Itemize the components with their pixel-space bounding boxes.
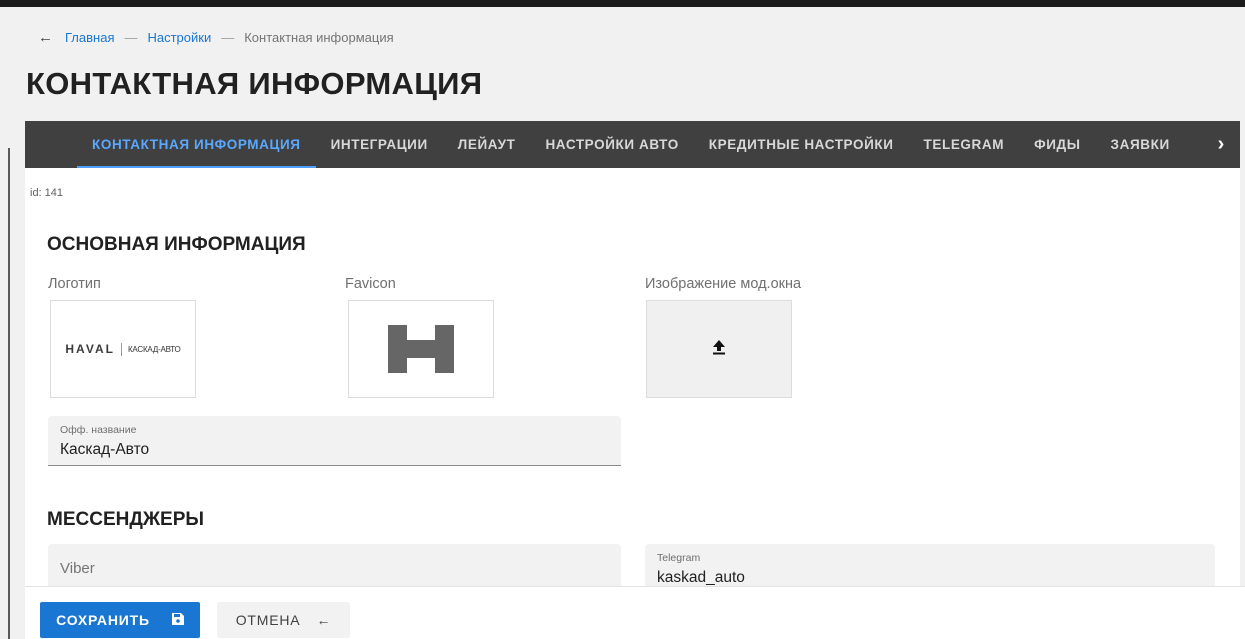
arrow-left-icon: ← — [316, 612, 332, 628]
telegram-value: kaskad_auto — [657, 569, 745, 586]
telegram-label: Telegram — [657, 552, 701, 564]
upload-icon — [712, 339, 726, 360]
left-scroll-rail — [8, 148, 10, 639]
modal-image-upload[interactable] — [646, 300, 792, 398]
tab-telegram[interactable]: TELEGRAM — [909, 121, 1020, 168]
tab-bar: КОНТАКТНАЯ ИНФОРМАЦИЯ ИНТЕГРАЦИИ ЛЕЙАУТ … — [25, 121, 1240, 168]
viber-label: Viber — [60, 560, 95, 577]
haval-logo: HAVAL КАСКАД-АВТО — [65, 342, 180, 356]
breadcrumb-separator: — — [221, 29, 235, 45]
favicon-label: Favicon — [345, 276, 396, 292]
tab-layout[interactable]: ЛЕЙАУТ — [443, 121, 531, 168]
record-id: id: 141 — [30, 187, 64, 199]
official-name-label: Офф. название — [60, 424, 137, 436]
breadcrumb-settings[interactable]: Настройки — [147, 30, 211, 45]
tab-contact-info[interactable]: КОНТАКТНАЯ ИНФОРМАЦИЯ — [77, 121, 316, 168]
modal-image-label: Изображение мод.окна — [645, 276, 802, 292]
footer-actions: СОХРАНИТЬ ОТМЕНА ← — [25, 586, 1245, 639]
content-panel: id: 141 ОСНОВНАЯ ИНФОРМАЦИЯ Логотип Favi… — [25, 168, 1240, 586]
breadcrumb-current: Контактная информация — [244, 29, 394, 45]
arrow-left-icon[interactable]: ← — [38, 29, 53, 46]
floppy-disk-icon — [171, 612, 184, 628]
logo-brand: HAVAL — [65, 342, 115, 356]
breadcrumb: ← Главная — Настройки — Контактная инфор… — [38, 29, 394, 46]
cancel-button[interactable]: ОТМЕНА ← — [217, 602, 350, 638]
tab-requests[interactable]: ЗАЯВКИ — [1096, 121, 1185, 168]
logo-divider — [120, 342, 122, 356]
haval-h-icon — [388, 325, 454, 373]
logo-label: Логотип — [48, 276, 101, 292]
breadcrumb-home[interactable]: Главная — [65, 30, 114, 45]
save-button[interactable]: СОХРАНИТЬ — [40, 602, 200, 638]
viber-field[interactable]: Viber — [48, 544, 621, 586]
favicon-image-box[interactable] — [348, 300, 494, 398]
section-title-messengers: МЕССЕНДЖЕРЫ — [47, 509, 204, 530]
window-top-bar — [0, 0, 1245, 7]
official-name-field[interactable]: Офф. название Каскад-Авто — [48, 416, 621, 466]
tab-auto-settings[interactable]: НАСТРОЙКИ АВТО — [530, 121, 693, 168]
chevron-right-icon[interactable]: › — [1202, 121, 1240, 168]
logo-image-box[interactable]: HAVAL КАСКАД-АВТО — [50, 300, 196, 398]
logo-dealer: КАСКАД-АВТО — [127, 344, 181, 354]
save-button-label: СОХРАНИТЬ — [56, 612, 150, 628]
breadcrumb-separator: — — [124, 29, 138, 45]
tab-credit-settings[interactable]: КРЕДИТНЫЕ НАСТРОЙКИ — [694, 121, 909, 168]
telegram-field[interactable]: Telegram kaskad_auto — [645, 544, 1215, 586]
tab-feeds[interactable]: ФИДЫ — [1019, 121, 1095, 168]
official-name-value: Каскад-Авто — [60, 441, 150, 458]
cancel-button-label: ОТМЕНА — [235, 612, 301, 628]
section-title-main-info: ОСНОВНАЯ ИНФОРМАЦИЯ — [47, 234, 306, 255]
page-title: КОНТАКТНАЯ ИНФОРМАЦИЯ — [26, 66, 483, 101]
tab-integrations[interactable]: ИНТЕГРАЦИИ — [316, 121, 443, 168]
